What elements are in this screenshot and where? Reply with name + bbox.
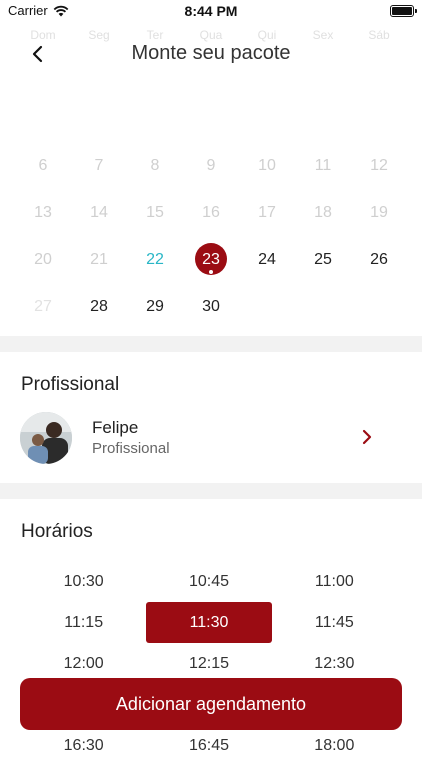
calendar-day: 18 (314, 203, 332, 221)
time-slot-selected[interactable]: 11:30 (146, 602, 272, 643)
calendar-day: 20 (34, 250, 52, 268)
calendar-grid: 6 7 8 9 10 11 12 13 14 15 16 17 18 19 20… (15, 95, 407, 330)
calendar-day[interactable]: 30 (183, 283, 239, 330)
calendar-week: 13 14 15 16 17 18 19 (15, 189, 407, 236)
calendar-day (295, 95, 351, 142)
calendar-day (239, 95, 295, 142)
calendar-day: 17 (258, 203, 276, 221)
calendar-day: 19 (370, 203, 388, 221)
calendar-day (351, 95, 407, 142)
chevron-right-icon (360, 428, 374, 446)
section-divider (0, 336, 422, 352)
time-slot[interactable]: 10:45 (146, 561, 271, 602)
calendar-day (183, 95, 239, 142)
add-appointment-button[interactable]: Adicionar agendamento (20, 678, 402, 730)
professional-section-title: Profissional (21, 374, 120, 395)
calendar-day: 27 (34, 297, 52, 315)
time-slot-row: 11:15 11:30 11:45 (21, 602, 397, 643)
calendar-day: 14 (90, 203, 108, 221)
time-slot[interactable]: 16:45 (146, 725, 271, 766)
calendar-day: 7 (94, 156, 104, 174)
time-slot[interactable]: 11:15 (21, 602, 146, 643)
calendar-day: 16 (202, 203, 220, 221)
schedule-section-title: Horários (21, 521, 93, 542)
time-slots: 10:30 10:45 11:00 11:15 11:30 11:45 12:0… (21, 561, 397, 766)
calendar-day: 11 (314, 156, 332, 174)
time-slot[interactable]: 10:30 (21, 561, 146, 602)
calendar-day (71, 95, 127, 142)
section-divider (0, 483, 422, 499)
status-bar: Carrier 8:44 PM (0, 0, 422, 24)
calendar-day: 10 (258, 156, 276, 174)
calendar-day[interactable]: 26 (351, 236, 407, 283)
calendar-day: 15 (146, 203, 164, 221)
calendar-day: 6 (38, 156, 48, 174)
calendar-day: 12 (370, 156, 388, 174)
calendar-day (295, 283, 351, 330)
nav-bar: Monte seu pacote (0, 38, 422, 70)
calendar-day (127, 95, 183, 142)
calendar-day: 8 (150, 156, 160, 174)
page-title: Monte seu pacote (131, 42, 291, 64)
calendar-day (239, 283, 295, 330)
calendar-day-today[interactable]: 22 (127, 236, 183, 283)
calendar-day[interactable]: 28 (71, 283, 127, 330)
battery-icon (390, 5, 417, 17)
calendar-day[interactable]: 25 (295, 236, 351, 283)
time-slot[interactable]: 11:45 (272, 602, 397, 643)
avatar (20, 412, 72, 464)
calendar-week: 27 28 29 30 (15, 283, 407, 330)
calendar-day: 21 (90, 250, 108, 268)
calendar-week: 20 21 22 23 24 25 26 (15, 236, 407, 283)
time-slot-row: 16:30 16:45 18:00 (21, 725, 397, 766)
time-slot[interactable]: 16:30 (21, 725, 146, 766)
calendar-day-selected[interactable]: 23 (183, 236, 239, 283)
time-slot[interactable]: 11:00 (272, 561, 397, 602)
time-slot[interactable]: 18:00 (272, 725, 397, 766)
calendar-day[interactable]: 29 (127, 283, 183, 330)
calendar-day: 9 (206, 156, 216, 174)
calendar-day[interactable]: 24 (239, 236, 295, 283)
calendar-week: 6 7 8 9 10 11 12 (15, 142, 407, 189)
calendar-week (15, 95, 407, 142)
clock-time: 8:44 PM (184, 3, 238, 19)
professional-row[interactable]: Felipe Profissional (0, 404, 422, 470)
calendar-day: 13 (34, 203, 52, 221)
time-slot-row: 10:30 10:45 11:00 (21, 561, 397, 602)
professional-name: Felipe (92, 418, 139, 437)
professional-role: Profissional (92, 440, 170, 457)
calendar-day (351, 283, 407, 330)
calendar-day (15, 95, 71, 142)
